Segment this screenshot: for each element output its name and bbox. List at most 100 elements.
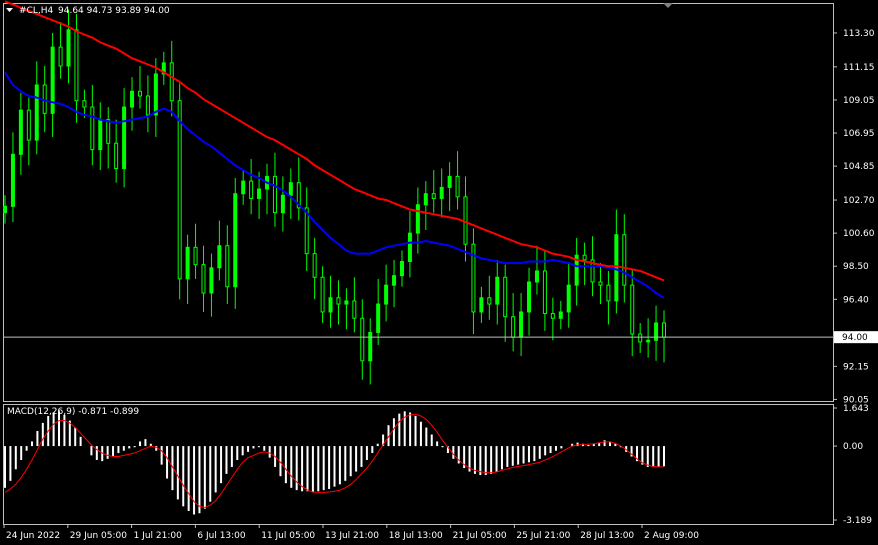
candle[interactable] [527, 281, 532, 313]
price-tick-label: 111.15 [843, 63, 875, 73]
candle[interactable] [74, 29, 79, 102]
candle[interactable] [415, 204, 420, 234]
time-tick-label: 13 Jul 21:00 [325, 531, 379, 541]
candle[interactable] [384, 284, 389, 305]
candle[interactable] [622, 234, 627, 286]
price-tick-label: 106.95 [843, 129, 875, 139]
candle[interactable] [336, 297, 341, 305]
candle[interactable] [90, 106, 95, 151]
candle[interactable] [312, 253, 317, 278]
candle[interactable] [447, 175, 452, 188]
time-tick-label: 18 Jul 13:00 [389, 531, 443, 541]
current-price-label: 94.00 [842, 333, 868, 343]
candle[interactable] [495, 276, 500, 305]
candle[interactable] [185, 246, 190, 280]
time-tick-label: 25 Jul 21:00 [516, 531, 570, 541]
candle[interactable] [217, 245, 222, 269]
candle[interactable] [519, 311, 524, 338]
candle[interactable] [423, 193, 428, 206]
candle[interactable] [431, 193, 436, 199]
candle[interactable] [606, 284, 611, 302]
candle[interactable] [614, 234, 619, 302]
time-tick-label: 21 Jul 05:00 [453, 531, 507, 541]
price-tick-label: 113.30 [843, 29, 875, 39]
symbol-label: #CL,H4 [19, 6, 53, 16]
candle[interactable] [598, 281, 603, 286]
price-tick-label: 102.70 [843, 196, 875, 206]
candle[interactable] [272, 175, 277, 214]
candle[interactable] [130, 90, 135, 108]
candle[interactable] [58, 46, 63, 67]
candle[interactable] [122, 106, 127, 170]
candle[interactable] [137, 90, 142, 97]
candle[interactable] [360, 317, 365, 362]
candle[interactable] [662, 322, 666, 338]
macd-tick-label: 0.00 [843, 442, 863, 452]
candle[interactable] [638, 333, 643, 343]
candle[interactable] [399, 261, 404, 277]
candle[interactable] [344, 300, 349, 305]
candle[interactable] [511, 316, 516, 338]
candle[interactable] [558, 311, 563, 319]
price-tick-label: 100.60 [843, 229, 875, 239]
candle[interactable] [153, 73, 158, 116]
candle[interactable] [98, 119, 103, 151]
candle[interactable] [82, 100, 87, 108]
candle[interactable] [209, 267, 214, 294]
candle[interactable] [439, 186, 444, 199]
time-tick-label: 24 Jun 2022 [6, 531, 60, 541]
candle[interactable] [66, 29, 71, 67]
candle[interactable] [455, 175, 460, 198]
candle[interactable] [249, 180, 254, 199]
candle[interactable] [169, 62, 174, 102]
candle[interactable] [542, 270, 547, 315]
candle[interactable] [280, 194, 285, 214]
macd-label: MACD(12,26,9) -0.871 -0.899 [7, 407, 139, 417]
candle[interactable] [503, 276, 508, 318]
price-tick-label: 109.05 [843, 96, 875, 106]
candle[interactable] [288, 182, 293, 196]
candle[interactable] [201, 264, 206, 294]
time-tick-label: 1 Jul 21:00 [134, 531, 183, 541]
candle[interactable] [654, 322, 659, 341]
macd-tick-label: 1.643 [843, 404, 869, 414]
candle[interactable] [3, 205, 7, 214]
chart-window[interactable]: 94.00 113.30 111.15 109.05 106.95 104.85 102.7… [0, 0, 878, 545]
candle[interactable] [34, 84, 39, 141]
macd-tick-label: -3.189 [843, 516, 872, 526]
candle[interactable] [225, 245, 230, 288]
time-tick-label: 2 Aug 09:00 [644, 531, 699, 541]
candle[interactable] [328, 297, 333, 313]
candle[interactable] [42, 84, 47, 114]
price-tick-label: 104.85 [843, 162, 875, 172]
candle[interactable] [550, 313, 555, 319]
ohlc-readout: 94.64 94.73 93.89 94.00 [58, 6, 170, 16]
candle[interactable] [407, 232, 412, 263]
candle[interactable] [487, 297, 492, 305]
candle[interactable] [241, 180, 246, 195]
candle[interactable] [26, 109, 31, 141]
candle[interactable] [177, 100, 182, 280]
candle[interactable] [145, 95, 150, 116]
candle[interactable] [193, 246, 198, 266]
candle[interactable] [18, 109, 23, 155]
candle[interactable] [352, 300, 357, 319]
candle[interactable] [114, 142, 119, 170]
price-tick-label: 92.15 [843, 362, 869, 372]
candle[interactable] [646, 339, 651, 343]
candle[interactable] [376, 303, 381, 333]
candle[interactable] [534, 270, 539, 283]
candle[interactable] [463, 196, 468, 245]
time-tick-label: 6 Jul 13:00 [197, 531, 246, 541]
candle[interactable] [582, 254, 587, 261]
candle[interactable] [106, 119, 111, 144]
candle[interactable] [257, 188, 262, 199]
candle[interactable] [10, 153, 15, 207]
candle[interactable] [630, 284, 635, 335]
candle[interactable] [320, 276, 325, 313]
price-tick-label: 98.50 [843, 262, 869, 272]
candle[interactable] [479, 297, 484, 313]
candle[interactable] [392, 275, 397, 286]
candle[interactable] [566, 284, 571, 313]
candle[interactable] [233, 193, 238, 288]
